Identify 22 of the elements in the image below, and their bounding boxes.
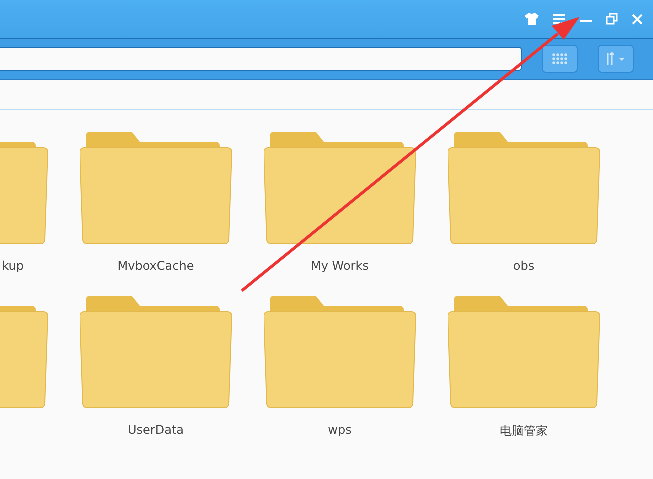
close-icon[interactable] [632, 14, 643, 24]
shirt-icon[interactable] [525, 13, 539, 25]
grid-view-button[interactable] [542, 45, 578, 73]
folder-icon [80, 294, 232, 410]
folder-name: obs [513, 259, 535, 274]
search-field[interactable] [0, 47, 522, 71]
sort-button[interactable] [598, 45, 634, 73]
folder-icon [80, 130, 232, 246]
folder-icon [448, 294, 600, 410]
folder-name: 电脑管家 [500, 423, 548, 438]
folder-name: UserData [128, 423, 184, 438]
restore-icon[interactable] [606, 13, 618, 25]
folder-name: wps [328, 423, 352, 438]
folder-icon [448, 130, 600, 246]
sort-icon [605, 52, 627, 66]
menu-icon[interactable] [553, 14, 566, 24]
folder-name: My Works [311, 259, 369, 274]
grid-dots-icon [552, 53, 568, 65]
folder-icon [264, 294, 416, 410]
folder-icon [264, 130, 416, 246]
folder-name: MvboxCache [118, 259, 194, 274]
folder-name: kup [2, 259, 25, 274]
